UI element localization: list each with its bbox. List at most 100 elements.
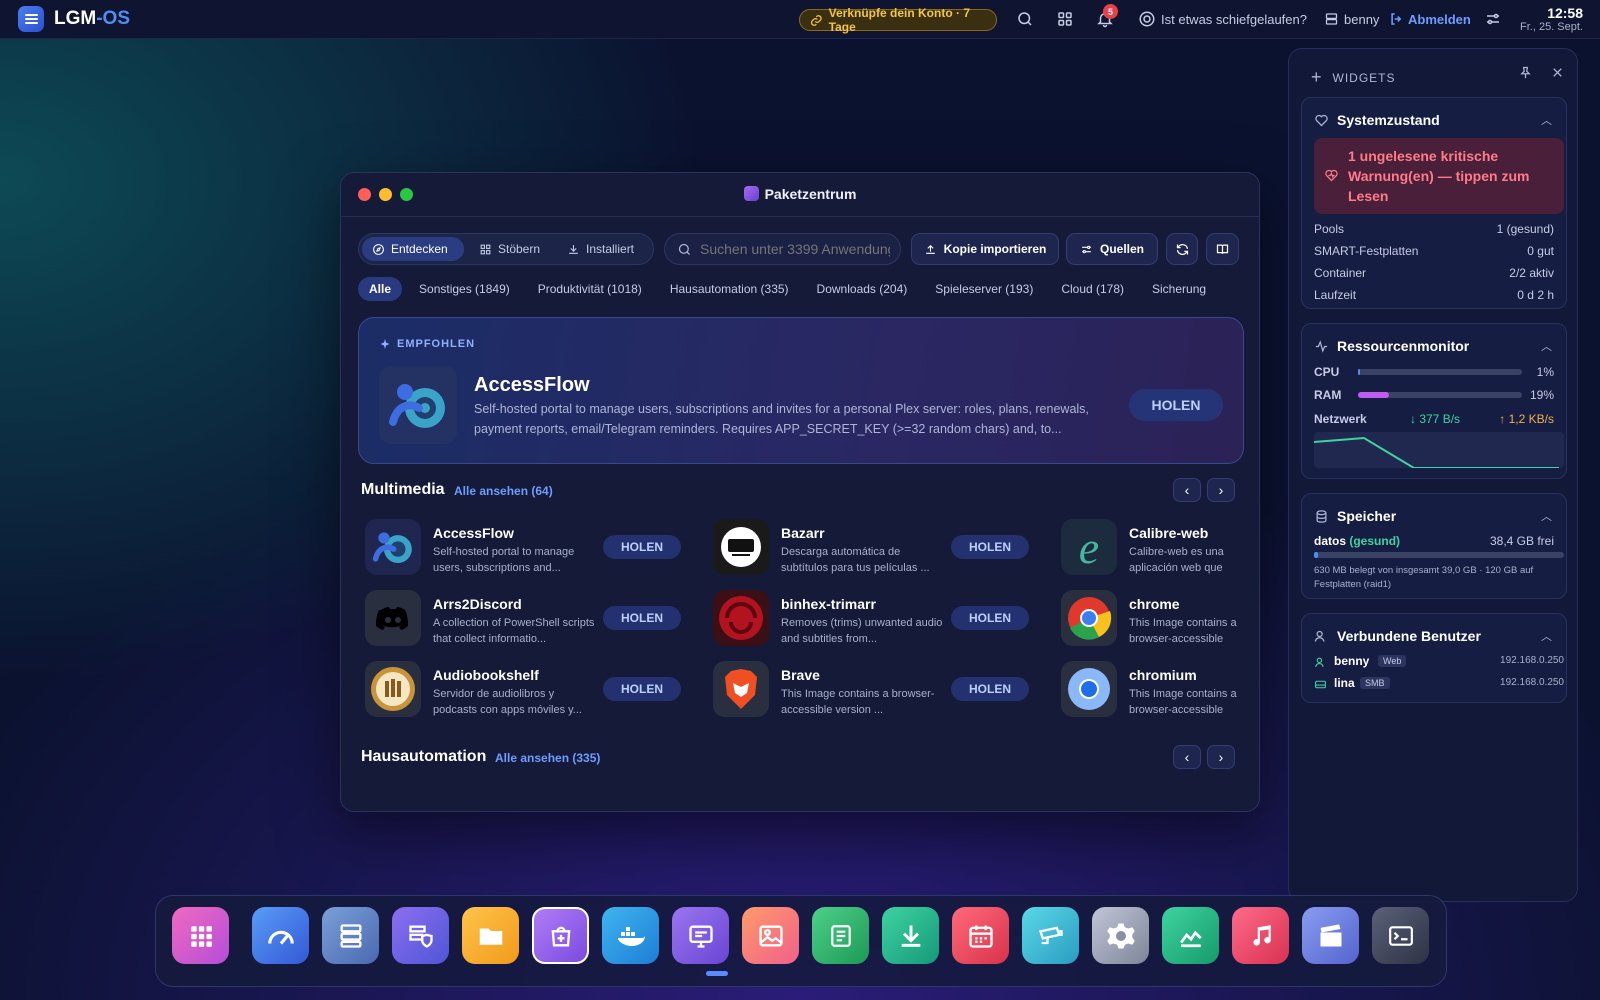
- link-icon: [810, 14, 822, 26]
- toolbar: Entdecken Stöbern Installiert Kopie impo…: [358, 233, 1246, 265]
- get-button[interactable]: HOLEN: [603, 677, 681, 701]
- storage-pool-name: datos (gesund): [1314, 534, 1401, 548]
- photos-icon[interactable]: [742, 907, 799, 964]
- resource-chart-icon[interactable]: [1162, 907, 1219, 964]
- sliders-icon[interactable]: [1484, 10, 1502, 28]
- link-account-pill[interactable]: Verknüpfe dein Konto · 7 Tage: [799, 6, 997, 34]
- package-center-icon[interactable]: [532, 907, 589, 964]
- pin-icon[interactable]: [1518, 65, 1533, 80]
- download-station-icon[interactable]: [882, 907, 939, 964]
- upload-icon: [925, 244, 935, 254]
- discord-icon: [365, 590, 421, 646]
- connected-user-row: lina SMB 192.168.0.250: [1314, 676, 1564, 694]
- import-copy-button[interactable]: Kopie importieren: [911, 233, 1059, 265]
- accessflow-icon: [379, 366, 457, 444]
- app-card[interactable]: Arrs2Discord A collection of PowerShell …: [361, 588, 691, 648]
- close-icon[interactable]: [1551, 66, 1564, 79]
- heart-pulse-icon: [1325, 169, 1338, 182]
- home-automation-see-all-link[interactable]: Alle ansehen (335): [495, 751, 600, 765]
- database-icon: [1316, 509, 1327, 523]
- music-note-icon[interactable]: [1232, 907, 1289, 964]
- docs-button[interactable]: [1206, 233, 1239, 265]
- category-all[interactable]: Alle: [358, 277, 403, 301]
- binhex-trimarr-icon: [713, 590, 769, 646]
- multimedia-next-button[interactable]: ›: [1207, 478, 1235, 502]
- clock: 12:58 Fr., 25. Sept.: [1520, 5, 1583, 33]
- chevron-left-icon: ‹: [1184, 482, 1190, 498]
- calendar-icon[interactable]: [952, 907, 1009, 964]
- help-link[interactable]: Ist etwas schiefgelaufen?: [1161, 12, 1307, 27]
- settings-gear-icon[interactable]: [1092, 907, 1149, 964]
- home-automation-prev-button[interactable]: ‹: [1173, 745, 1201, 769]
- storage-card: Speicher ︿ datos (gesund) 38,4 GB frei 6…: [1301, 493, 1567, 599]
- get-button[interactable]: HOLEN: [951, 535, 1029, 559]
- users-icon: [1314, 630, 1325, 642]
- category-backup[interactable]: Sicherung: [1141, 277, 1217, 301]
- search-icon[interactable]: [1016, 10, 1034, 28]
- chevron-up-icon[interactable]: ︿: [1541, 628, 1552, 644]
- app-card[interactable]: e Calibre-web Calibre-web es una aplicac…: [1057, 517, 1237, 577]
- menu-icon[interactable]: [18, 6, 44, 32]
- multimedia-prev-button[interactable]: ‹: [1173, 478, 1201, 502]
- package-center-window: Paketzentrum Entdecken Stöbern Installie…: [340, 172, 1260, 812]
- add-widget-icon[interactable]: +: [1311, 67, 1323, 88]
- app-card[interactable]: chrome This Image contains a browser-acc…: [1057, 588, 1237, 648]
- tab-installed[interactable]: Installiert: [557, 237, 651, 261]
- chrome-icon: [1061, 590, 1117, 646]
- get-button[interactable]: HOLEN: [603, 535, 681, 559]
- chevron-up-icon[interactable]: ︿: [1541, 338, 1552, 354]
- sliders-icon: [1082, 245, 1091, 253]
- terminal-icon[interactable]: [1372, 907, 1429, 964]
- surveillance-camera-icon[interactable]: [1022, 907, 1079, 964]
- refresh-button[interactable]: [1166, 233, 1198, 265]
- category-productivity[interactable]: Produktivität (1018): [527, 277, 653, 301]
- chevron-up-icon[interactable]: ︿: [1541, 112, 1552, 128]
- get-button[interactable]: HOLEN: [603, 606, 681, 630]
- tab-browse[interactable]: Stöbern: [469, 237, 557, 261]
- bazarr-icon: [713, 519, 769, 575]
- dashboard-gauge-icon[interactable]: [252, 907, 309, 964]
- home-automation-next-button[interactable]: ›: [1207, 745, 1235, 769]
- app-card[interactable]: Brave This Image contains a browser-acce…: [709, 659, 1039, 719]
- category-game-servers[interactable]: Spieleserver (193): [924, 277, 1044, 301]
- critical-warning-banner[interactable]: 1 ungelesene kritische Warnung(en) — tip…: [1314, 138, 1564, 214]
- top-bar: LGM-OS Verknüpfe dein Konto · 7 Tage 5 I…: [0, 0, 1600, 39]
- app-card[interactable]: Audiobookshelf Servidor de audiolibros y…: [361, 659, 691, 719]
- widgets-panel: + WIDGETS Systemzustand ︿ 1 ungelesene k…: [1288, 48, 1578, 902]
- featured-get-button[interactable]: HOLEN: [1129, 389, 1223, 421]
- search-icon: [678, 243, 690, 255]
- category-home-automation[interactable]: Hausautomation (335): [659, 277, 800, 301]
- help-icon[interactable]: [1138, 10, 1156, 28]
- search-box[interactable]: [664, 233, 901, 265]
- docker-icon[interactable]: [602, 907, 659, 964]
- grid-icon: [480, 244, 491, 254]
- logout-button[interactable]: Abmelden: [1408, 12, 1471, 27]
- app-card[interactable]: Bazarr Descarga automática de subtítulos…: [709, 517, 1039, 577]
- notes-icon[interactable]: [812, 907, 869, 964]
- get-button[interactable]: HOLEN: [951, 606, 1029, 630]
- folder-icon[interactable]: [462, 907, 519, 964]
- storage-manager-icon[interactable]: [322, 907, 379, 964]
- app-card[interactable]: binhex-trimarr Removes (trims) unwanted …: [709, 588, 1039, 648]
- get-button[interactable]: HOLEN: [951, 677, 1029, 701]
- storage-title: Speicher: [1314, 508, 1396, 524]
- category-cloud[interactable]: Cloud (178): [1050, 277, 1135, 301]
- grid-icon[interactable]: [1056, 10, 1074, 28]
- category-other[interactable]: Sonstiges (1849): [408, 277, 521, 301]
- virtual-machine-icon[interactable]: [672, 907, 729, 964]
- app-card[interactable]: chromium This Image contains a browser-a…: [1057, 659, 1237, 719]
- system-health-title: Systemzustand: [1314, 112, 1440, 128]
- multimedia-see-all-link[interactable]: Alle ansehen (64): [454, 484, 553, 498]
- logout-icon[interactable]: [1389, 10, 1404, 28]
- category-downloads[interactable]: Downloads (204): [806, 277, 919, 301]
- video-clapper-icon[interactable]: [1302, 907, 1359, 964]
- security-icon[interactable]: [392, 907, 449, 964]
- sources-button[interactable]: Quellen: [1066, 233, 1158, 265]
- chevron-up-icon[interactable]: ︿: [1541, 508, 1552, 524]
- tab-discover[interactable]: Entdecken: [362, 237, 464, 261]
- app-card[interactable]: AccessFlow Self-hosted portal to manage …: [361, 517, 691, 577]
- search-input[interactable]: [700, 241, 890, 257]
- featured-label: EMPFOHLEN: [379, 338, 475, 350]
- app-launcher-icon[interactable]: [172, 907, 229, 964]
- calibre-web-icon: e: [1061, 519, 1117, 575]
